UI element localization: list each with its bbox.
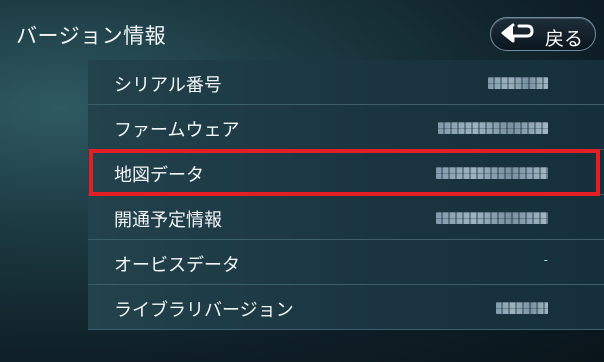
list-item-label: ライブラリバージョン [114,300,294,321]
list-item-firmware[interactable]: ファームウェア [88,105,604,150]
list-item-label: 地図データ [114,165,204,186]
page-title: バージョン情報 [16,24,167,48]
back-arrow-icon [501,23,534,43]
list-item-label: ファームウェア [114,120,240,141]
list-item-value-obscured [438,122,548,134]
list-item-orbis-data[interactable]: オービスデータ - [88,240,604,285]
list-item-value-obscured [436,212,548,224]
header: バージョン情報 戻る [0,0,604,60]
back-button-label: 戻る [545,28,584,50]
list-item-label: 開通予定情報 [114,210,222,231]
list-item-library-version[interactable]: ライブラリバージョン [88,285,604,330]
back-button[interactable]: 戻る [490,17,596,51]
list-item-opening-schedule[interactable]: 開通予定情報 [88,195,604,240]
list-item-label: オービスデータ [114,255,240,276]
list-item-map-data[interactable]: 地図データ [88,150,604,195]
list-item-value-obscured [488,77,548,89]
list-item-serial-number[interactable]: シリアル番号 [88,60,604,105]
version-info-list: シリアル番号 ファームウェア 地図データ 開通予定情報 オービスデータ - ライ… [88,60,604,330]
list-item-value-obscured [496,302,548,314]
list-item-label: シリアル番号 [114,75,222,96]
list-item-value-obscured [436,167,548,179]
list-item-value: - [543,253,548,267]
